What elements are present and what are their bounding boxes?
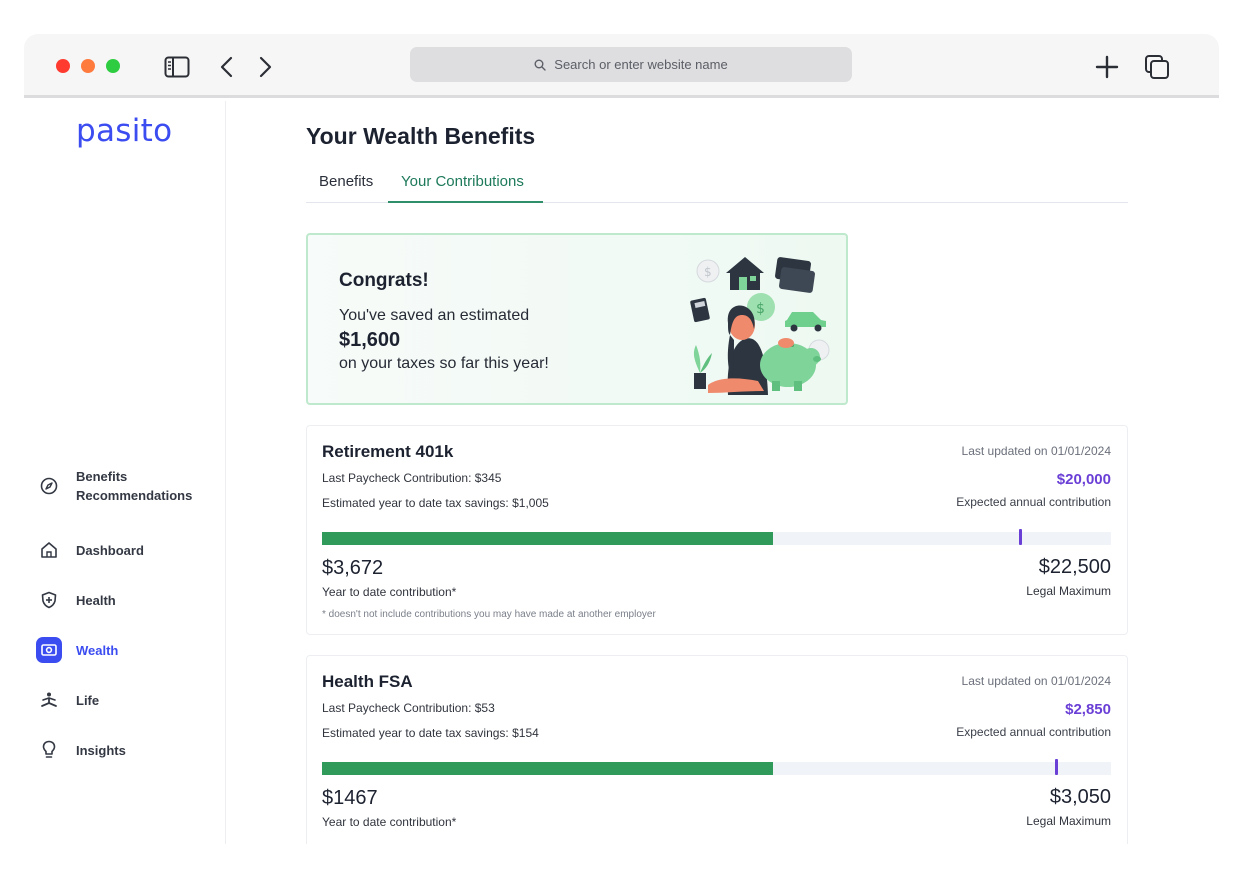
expected-annual-contribution-value: $2,850 xyxy=(1065,701,1111,718)
browser-toolbar: Search or enter website name xyxy=(24,34,1219,98)
ytd-contribution-label: Year to date contribution* xyxy=(322,815,457,829)
contribution-progress-bar xyxy=(322,529,1111,545)
forward-icon[interactable] xyxy=(251,53,279,81)
contribution-progress-fill xyxy=(322,532,774,545)
sidebar-item-label: Recommendations xyxy=(76,488,193,503)
tab-bar: Benefits Your Contributions xyxy=(306,163,1128,203)
tab-benefits[interactable]: Benefits xyxy=(319,173,373,190)
close-window-button[interactable] xyxy=(56,59,70,73)
sidebar-item-life[interactable]: Life xyxy=(36,687,221,713)
svg-text:$: $ xyxy=(756,301,765,317)
estimated-tax-savings: Estimated year to date tax savings: $1,0… xyxy=(322,496,549,510)
banner-savings-amount: $1,600 xyxy=(339,329,401,351)
ytd-contribution-value: $1467 xyxy=(322,787,378,809)
sidebar-item-label: Wealth xyxy=(76,642,119,658)
ytd-contribution-value: $3,672 xyxy=(322,557,384,579)
shield-plus-icon xyxy=(36,587,62,613)
last-paycheck-contribution: Last Paycheck Contribution: $53 xyxy=(322,701,495,715)
expected-contribution-marker xyxy=(1018,529,1022,545)
banner-title: Congrats! xyxy=(339,270,429,291)
contribution-card-health-fsa: Health FSA Last Paycheck Contribution: $… xyxy=(306,655,1128,844)
page-title: Your Wealth Benefits xyxy=(306,123,536,149)
expected-annual-contribution-label: Expected annual contribution xyxy=(956,725,1111,739)
sidebar-item-label: Dashboard xyxy=(76,542,144,558)
legal-maximum-value: $3,050 xyxy=(1049,786,1111,808)
sidebar-item-label: Insights xyxy=(76,742,126,758)
active-tab-indicator xyxy=(388,201,543,203)
card-title: Retirement 401k xyxy=(322,442,454,461)
pasito-logo[interactable]: pasito xyxy=(76,113,172,149)
minimize-window-button[interactable] xyxy=(81,59,95,73)
contribution-progress-bar xyxy=(322,759,1111,775)
back-icon[interactable] xyxy=(213,53,241,81)
legal-maximum-label: Legal Maximum xyxy=(1026,584,1111,598)
sidebar-item-label: Life xyxy=(76,692,100,708)
sidebar-item-label: Benefits xyxy=(76,469,128,484)
lightbulb-icon xyxy=(36,737,62,763)
sidebar-item-wealth[interactable]: Wealth xyxy=(36,637,221,663)
contribution-card-401k: Retirement 401k Last Paycheck Contributi… xyxy=(306,425,1128,635)
zoom-window-button[interactable] xyxy=(106,59,120,73)
card-title: Health FSA xyxy=(322,672,413,691)
address-bar[interactable]: Search or enter website name xyxy=(410,47,852,82)
sidebar-item-insights[interactable]: Insights xyxy=(36,737,221,763)
compass-icon xyxy=(36,473,62,499)
contribution-footnote: * doesn't not include contributions you … xyxy=(322,609,656,620)
estimated-tax-savings: Estimated year to date tax savings: $154 xyxy=(322,726,539,740)
legal-maximum-value: $22,500 xyxy=(1038,556,1111,578)
last-updated-date: Last updated on 01/01/2024 xyxy=(961,674,1111,688)
last-paycheck-contribution: Last Paycheck Contribution: $345 xyxy=(322,471,502,485)
sidebar: pasito Benefits Recommendations Dashboar… xyxy=(24,101,226,844)
sidebar-item-health[interactable]: Health xyxy=(36,587,221,613)
last-updated-date: Last updated on 01/01/2024 xyxy=(961,444,1111,458)
expected-annual-contribution-label: Expected annual contribution xyxy=(956,495,1111,509)
person-meditating-icon xyxy=(36,687,62,713)
search-icon xyxy=(534,59,546,71)
money-icon xyxy=(36,637,62,663)
sidebar-item-label: Health xyxy=(76,592,116,608)
legal-maximum-label: Legal Maximum xyxy=(1026,814,1111,828)
banner-text: You've saved an estimated xyxy=(339,307,530,324)
contribution-progress-fill xyxy=(322,762,774,775)
savings-illustration: $ $ xyxy=(690,257,830,395)
sidebar-toggle-icon[interactable] xyxy=(163,53,191,81)
tab-overview-icon[interactable] xyxy=(1143,53,1171,81)
ytd-contribution-label: Year to date contribution* xyxy=(322,585,457,599)
svg-text:$: $ xyxy=(704,265,712,279)
expected-contribution-marker xyxy=(1054,759,1058,775)
expected-annual-contribution-value: $20,000 xyxy=(1056,471,1111,488)
tab-your-contributions[interactable]: Your Contributions xyxy=(401,173,524,190)
browser-window: Search or enter website name pasito Bene… xyxy=(24,34,1219,844)
tax-savings-banner: Congrats! You've saved an estimated $1,6… xyxy=(306,233,848,405)
banner-text: on your taxes so far this year! xyxy=(339,355,549,372)
address-placeholder: Search or enter website name xyxy=(554,57,728,72)
sidebar-item-dashboard[interactable]: Dashboard xyxy=(36,537,221,563)
home-icon xyxy=(36,537,62,563)
sidebar-item-benefits-recommendations[interactable]: Benefits Recommendations xyxy=(36,467,221,505)
new-tab-icon[interactable] xyxy=(1093,53,1121,81)
